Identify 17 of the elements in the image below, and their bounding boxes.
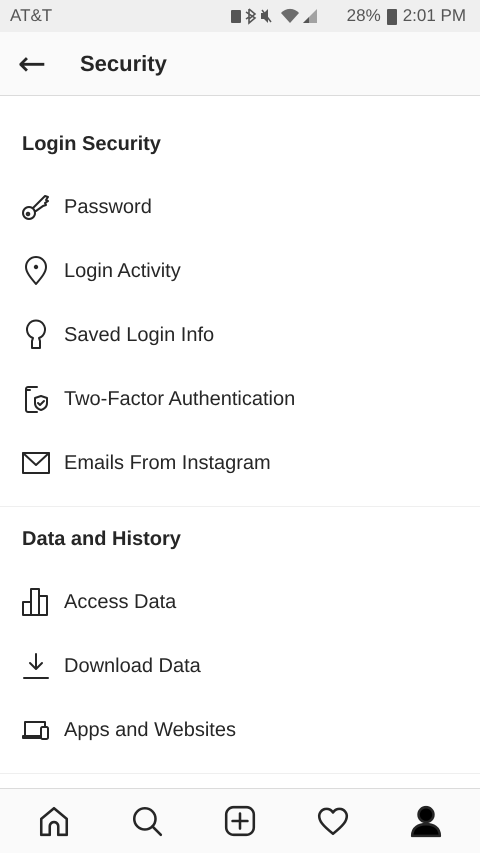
menu-item[interactable]: Download Data <box>64 654 201 678</box>
back-button[interactable]: ← <box>0 40 64 88</box>
section-heading: Login Security <box>22 132 162 157</box>
menu-item[interactable]: Login Activity <box>64 260 181 282</box>
carrier-name: AT&T <box>10 6 54 26</box>
menu-item[interactable]: Access Data <box>64 590 176 614</box>
menu-item[interactable]: Two-Factor Authentication <box>64 388 296 410</box>
menu-item[interactable]: Password <box>64 196 152 218</box>
download-icon <box>20 650 52 682</box>
battery-icon <box>386 7 397 25</box>
page-title: Security <box>80 50 167 76</box>
section-heading: Data and History <box>22 527 182 552</box>
battery-percent: 28% <box>346 6 381 26</box>
menu-item[interactable]: Emails From Instagram <box>64 452 271 474</box>
menu-item[interactable]: Apps and Websites <box>64 718 236 742</box>
clock-time: 2:01 PM <box>402 6 466 26</box>
menu-item[interactable]: Saved Login Info <box>64 324 214 346</box>
